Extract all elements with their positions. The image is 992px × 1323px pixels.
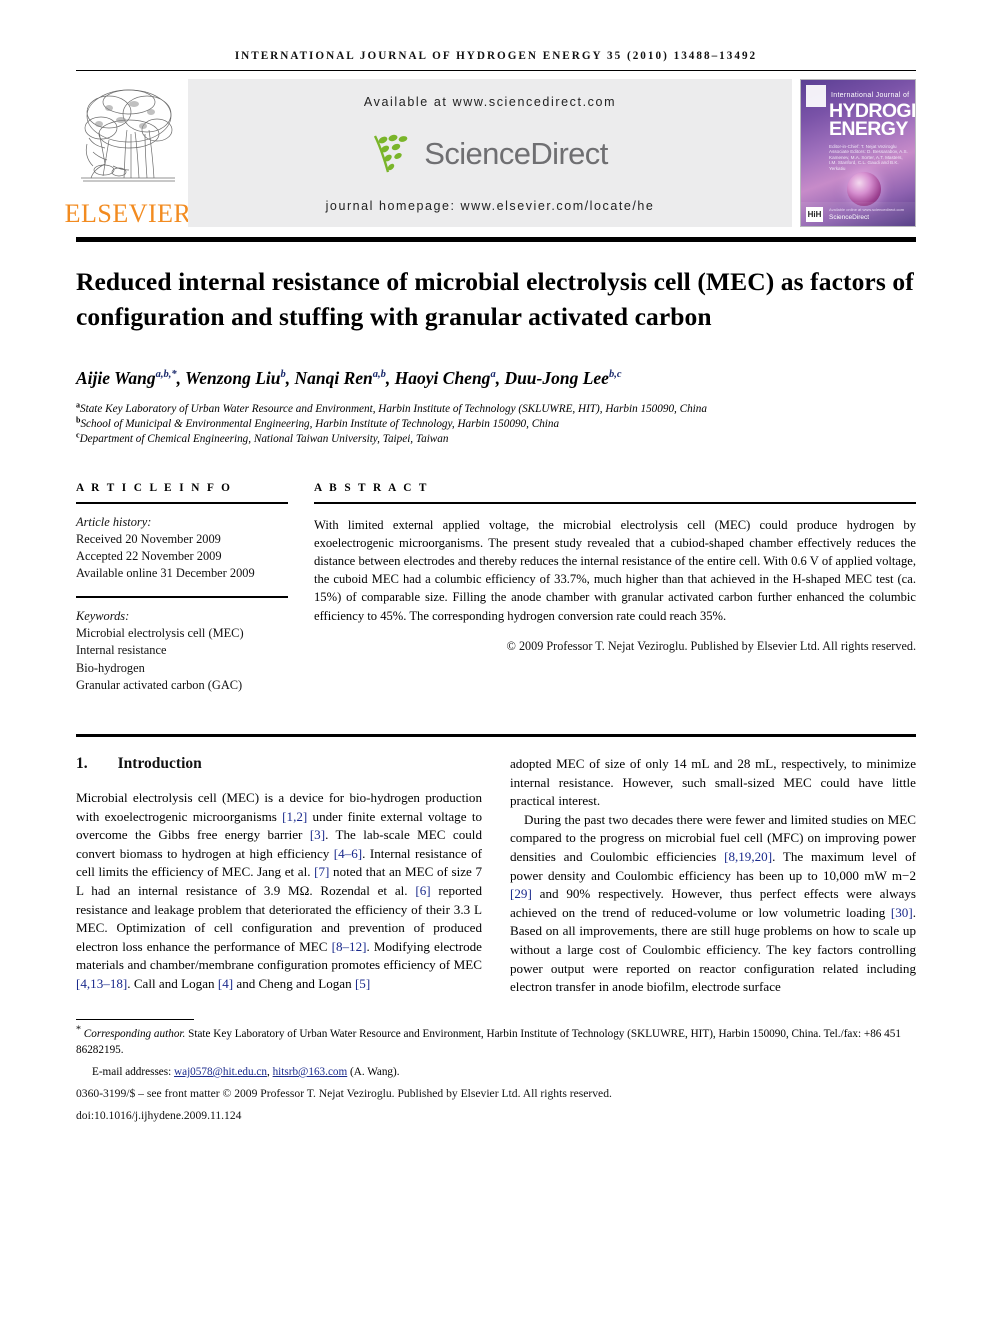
body-separator-rule <box>76 734 916 738</box>
masthead-top-rule <box>76 70 916 71</box>
corresponding-author-mark: * <box>76 1024 81 1036</box>
email-link-2[interactable]: hitsrb@163.com <box>273 1066 348 1078</box>
body-right-column: adopted MEC of size of only 14 mL and 28… <box>510 755 916 997</box>
keyword-1: Internal resistance <box>76 643 167 658</box>
email-link-1[interactable]: waj0578@hit.edu.cn <box>174 1066 267 1078</box>
author-list: Aijie Wanga,b,*, Wenzong Liub, Nanqi Ren… <box>76 368 622 388</box>
abstract-copyright: © 2009 Professor T. Nejat Veziroglu. Pub… <box>506 638 916 653</box>
cover-orb-graphic <box>847 172 881 206</box>
available-at-text: Available at www.sciencedirect.com <box>363 95 617 109</box>
article-history: Article history: Received 20 November 20… <box>76 514 288 583</box>
corresponding-author-label: Corresponding author. <box>83 1028 186 1041</box>
cover-editors: Editor-in-Chief: T. Nejat Veziroglu Asso… <box>829 144 908 171</box>
paragraph: Microbial electrolysis cell (MEC) is a d… <box>76 790 483 991</box>
journal-homepage-text: journal homepage: www.elsevier.com/locat… <box>325 199 655 213</box>
abstract-column: A B S T R A C T With limited external ap… <box>314 482 916 694</box>
cover-title-line2: ENERGY <box>829 118 908 140</box>
email-label: E-mail addresses: <box>92 1065 172 1078</box>
keywords-rule <box>76 596 288 599</box>
article-info-rule <box>76 501 288 504</box>
info-abstract-region: A R T I C L E I N F O Article history: R… <box>76 482 916 694</box>
footnote-rule <box>76 1018 194 1021</box>
running-head: INTERNATIONAL JOURNAL OF HYDROGEN ENERGY… <box>234 50 758 62</box>
elsevier-logo: ELSEVIER <box>65 79 191 227</box>
masthead: ELSEVIER Available at www.sciencedirect.… <box>65 79 916 227</box>
keyword-2: Bio-hydrogen <box>76 660 145 675</box>
paragraph: adopted MEC of size of only 14 mL and 28… <box>510 756 916 809</box>
article-history-online: Available online 31 December 2009 <box>76 566 255 581</box>
abstract-heading: A B S T R A C T <box>314 481 429 494</box>
author-4: Duu-Jong Leeb,c <box>504 368 622 388</box>
article-history-accepted: Accepted 22 November 2009 <box>76 549 222 564</box>
author-1: Wenzong Liub <box>185 368 286 388</box>
sciencedirect-wordmark: ScienceDirect <box>424 136 608 171</box>
keyword-0: Microbial electrolysis cell (MEC) <box>76 626 244 641</box>
body-columns: 1. Introduction Microbial electrolysis c… <box>76 755 916 997</box>
issn-copyright-line: 0360-3199/$ – see front matter © 2009 Pr… <box>76 1087 612 1101</box>
article-info-column: A R T I C L E I N F O Article history: R… <box>76 482 288 694</box>
article-info-heading: A R T I C L E I N F O <box>76 481 233 494</box>
email-owner: (A. Wang). <box>350 1065 400 1078</box>
footnote-emails: E-mail addresses: waj0578@hit.edu.cn, hi… <box>92 1065 400 1078</box>
affiliation-0: aState Key Laboratory of Urban Water Res… <box>76 400 707 415</box>
section-number: 1. <box>76 755 88 773</box>
article-history-label: Article history: <box>76 514 152 529</box>
cover-publisher-badge <box>806 85 826 107</box>
section-title: Introduction <box>117 755 202 773</box>
paragraph: During the past two decades there were f… <box>510 811 916 995</box>
elsevier-wordmark: ELSEVIER <box>64 199 192 228</box>
cover-title: HYDROGEN ENERGY <box>829 101 915 140</box>
masthead-bottom-rule <box>76 237 916 242</box>
section-heading-introduction: 1. Introduction <box>76 755 482 773</box>
cover-sciencedirect-label: ScienceDirect <box>829 214 870 221</box>
corresponding-author-text: State Key Laboratory of Urban Water Reso… <box>76 1028 901 1056</box>
elsevier-tree-icon <box>81 89 175 182</box>
cover-superline: International Journal of <box>831 92 910 99</box>
doi-line: doi:10.1016/j.ijhydene.2009.11.124 <box>76 1108 242 1122</box>
footnote-corresponding-author: * Corresponding author. State Key Labora… <box>76 1024 916 1058</box>
affiliation-list: aState Key Laboratory of Urban Water Res… <box>76 400 916 448</box>
page-title: Reduced internal resistance of microbial… <box>76 267 914 331</box>
cover-hih-badge: HiH <box>806 207 823 222</box>
sciencedirect-leaf-icon <box>374 134 408 173</box>
affiliation-2: cDepartment of Chemical Engineering, Nat… <box>76 430 449 446</box>
keyword-3: Granular activated carbon (GAC) <box>76 677 243 692</box>
body-left-column: 1. Introduction Microbial electrolysis c… <box>76 755 482 997</box>
sciencedirect-logo: ScienceDirect <box>372 134 608 174</box>
abstract-rule <box>314 501 916 504</box>
author-3: Haoyi Chenga <box>394 368 496 388</box>
author-0: Aijie Wanga,b,* <box>76 368 177 388</box>
sciencedirect-panel: Available at www.sciencedirect.com Scien… <box>188 79 792 227</box>
cover-sciencedirect-note: Available online at www.sciencedirect.co… <box>829 207 905 212</box>
author-2: Nanqi Rena,b <box>294 368 386 388</box>
article-history-received: Received 20 November 2009 <box>76 531 221 546</box>
keywords-label: Keywords: <box>76 609 130 624</box>
article-page: INTERNATIONAL JOURNAL OF HYDROGEN ENERGY… <box>0 0 992 1323</box>
journal-cover-thumbnail: International Journal of HYDROGEN ENERGY… <box>800 79 916 227</box>
affiliation-1: bSchool of Municipal & Environmental Eng… <box>76 415 560 431</box>
abstract-text: With limited external applied voltage, t… <box>314 517 916 623</box>
keywords-block: Keywords: Microbial electrolysis cell (M… <box>76 608 288 694</box>
